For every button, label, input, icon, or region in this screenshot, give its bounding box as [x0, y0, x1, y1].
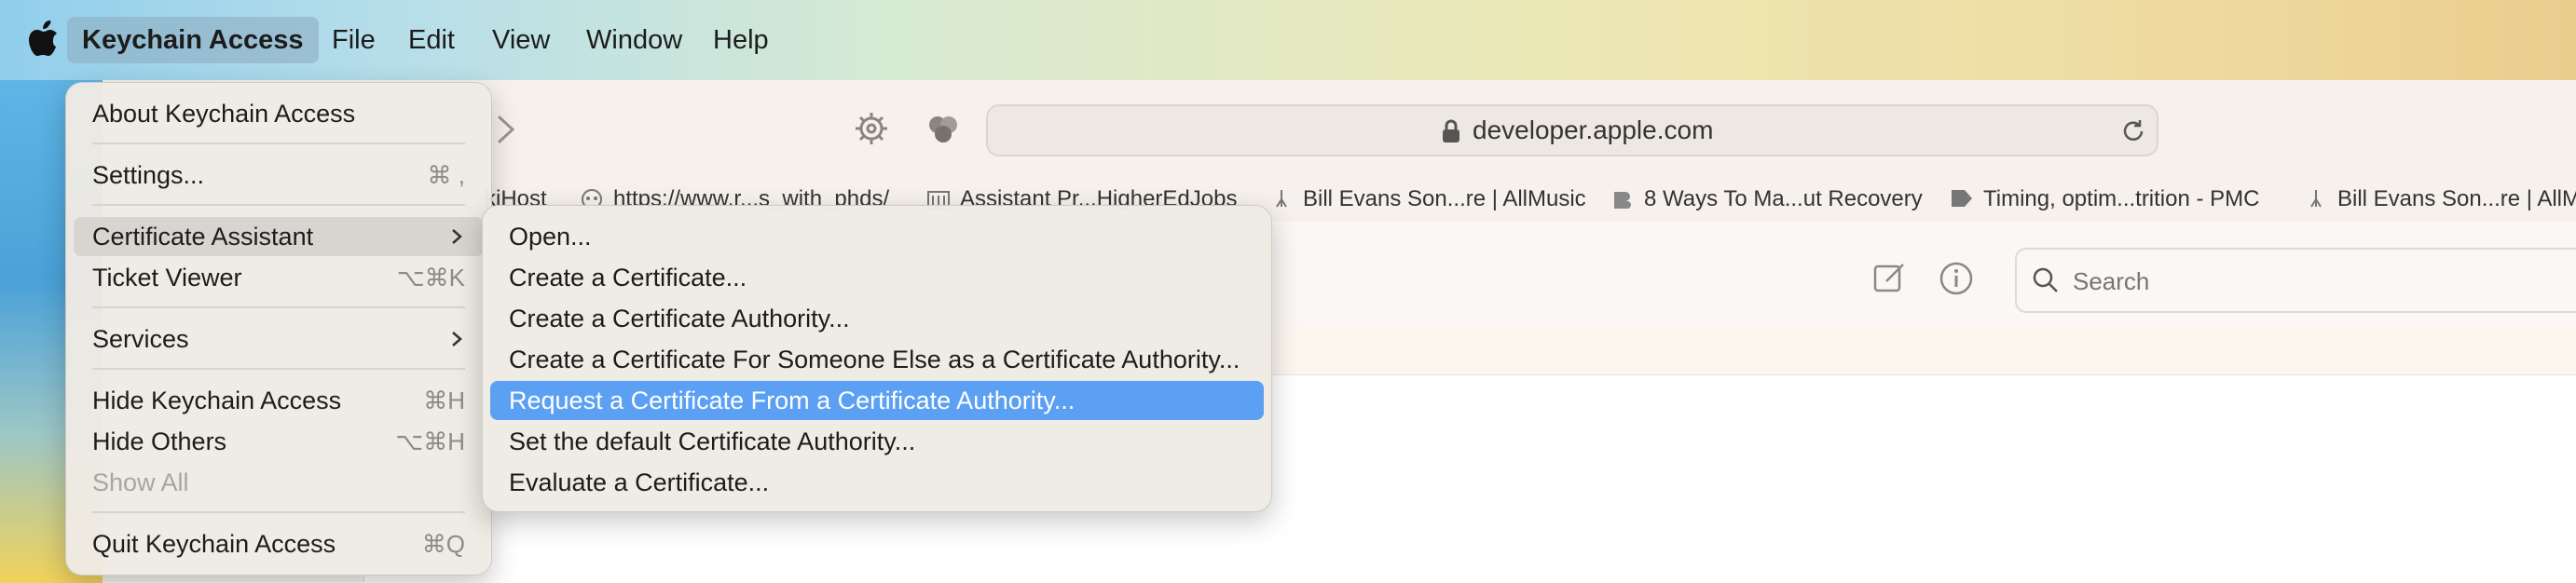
info-icon[interactable]: [1939, 261, 1974, 296]
bookmark-label: Bill Evans Son...re | AllMusic: [1303, 186, 1586, 211]
address-bar[interactable]: developer.apple.com: [986, 104, 2158, 156]
bookmark-label: Timing, optim...trition - PMC: [1983, 186, 2260, 211]
menu-separator: [92, 511, 465, 513]
menu-view[interactable]: View: [477, 17, 565, 63]
extensions-icon[interactable]: [925, 110, 962, 147]
submenu-item-set-default-ca[interactable]: Set the default Certificate Authority...: [490, 422, 1264, 461]
search-icon: [2033, 267, 2058, 292]
bookmark-label: 8 Ways To Ma...ut Recovery: [1644, 186, 1923, 211]
menu-item-services[interactable]: Services: [74, 319, 484, 359]
forward-chevron-icon[interactable]: [492, 112, 520, 147]
menu-item-quit[interactable]: Quit Keychain Access ⌘Q: [74, 524, 484, 563]
bookmark-6[interactable]: Timing, optim...trition - PMC: [1950, 183, 2260, 216]
menu-item-hide[interactable]: Hide Keychain Access ⌘H: [74, 381, 484, 420]
pmc-icon: [1952, 190, 1972, 207]
search-field[interactable]: [2015, 248, 2576, 313]
menu-item-label: Set the default Certificate Authority...: [509, 427, 916, 455]
search-input[interactable]: [2071, 261, 2559, 302]
chevron-right-icon: [452, 332, 462, 346]
gear-icon[interactable]: [853, 110, 890, 147]
lock-icon: [1443, 119, 1459, 142]
submenu-item-request-certificate[interactable]: Request a Certificate From a Certificate…: [490, 381, 1264, 420]
certificate-assistant-submenu: Open... Create a Certificate... Create a…: [482, 205, 1272, 512]
shortcut-label: ⌘ ,: [427, 161, 465, 189]
menu-bar: Keychain Access File Edit View Window He…: [0, 0, 2576, 80]
menu-item-label: Create a Certificate Authority...: [509, 305, 850, 332]
menu-separator: [92, 142, 465, 144]
menu-item-label: Show All: [92, 468, 189, 496]
menu-edit[interactable]: Edit: [393, 17, 470, 63]
menu-item-label: Create a Certificate For Someone Else as…: [509, 346, 1240, 373]
menu-item-label: Open...: [509, 223, 592, 251]
shortcut-label: ⌥⌘H: [395, 427, 465, 455]
reload-icon[interactable]: [2119, 117, 2147, 145]
submenu-item-open[interactable]: Open...: [490, 217, 1264, 256]
b-logo-icon: [1614, 192, 1631, 209]
menu-item-label: Ticket Viewer: [92, 264, 242, 292]
allmusic-icon: [2310, 190, 2322, 208]
bookmark-7[interactable]: Bill Evans Son...re | AllMu: [2304, 183, 2576, 216]
allmusic-icon: [1276, 190, 1287, 208]
menu-item-label: Hide Keychain Access: [92, 386, 342, 414]
menu-window[interactable]: Window: [571, 17, 697, 63]
shortcut-label: ⌘Q: [421, 530, 465, 558]
address-host: developer.apple.com: [1473, 115, 1714, 144]
menu-item-about[interactable]: About Keychain Access: [74, 94, 484, 133]
submenu-item-create-certificate[interactable]: Create a Certificate...: [490, 258, 1264, 297]
menu-separator: [92, 368, 465, 370]
chevron-right-icon: [452, 229, 462, 244]
menu-item-label: About Keychain Access: [92, 100, 356, 128]
menu-item-label: Request a Certificate From a Certificate…: [509, 386, 1076, 414]
menu-item-label: Quit Keychain Access: [92, 530, 336, 558]
menu-item-label: Create a Certificate...: [509, 264, 747, 292]
menu-separator: [92, 306, 465, 308]
bookmark-label: Bill Evans Son...re | AllMu: [2337, 186, 2576, 211]
menu-item-label: Certificate Assistant: [92, 223, 314, 251]
submenu-item-evaluate[interactable]: Evaluate a Certificate...: [490, 463, 1264, 502]
menu-file[interactable]: File: [317, 17, 391, 63]
menu-item-label: Settings...: [92, 161, 205, 189]
compose-icon[interactable]: [1873, 263, 1907, 294]
menu-item-certificate-assistant[interactable]: Certificate Assistant: [74, 217, 484, 256]
shortcut-label: ⌘H: [423, 386, 465, 414]
menu-item-ticket-viewer[interactable]: Ticket Viewer ⌥⌘K: [74, 258, 484, 297]
menu-separator: [92, 204, 465, 206]
menu-help[interactable]: Help: [698, 17, 784, 63]
menu-item-label: Hide Others: [92, 427, 227, 455]
menu-item-show-all: Show All: [74, 463, 484, 502]
keychain-access-menu: About Keychain Access Settings... ⌘ , Cer…: [65, 82, 492, 576]
bookmark-4[interactable]: Bill Evans Son...re | AllMusic: [1269, 183, 1586, 216]
bookmark-5[interactable]: 8 Ways To Ma...ut Recovery: [1610, 183, 1923, 216]
menu-item-hide-others[interactable]: Hide Others ⌥⌘H: [74, 422, 484, 461]
menu-keychain-access[interactable]: Keychain Access: [67, 17, 319, 63]
menu-item-label: Evaluate a Certificate...: [509, 468, 770, 496]
submenu-item-create-for-someone-else[interactable]: Create a Certificate For Someone Else as…: [490, 340, 1264, 379]
menu-item-settings[interactable]: Settings... ⌘ ,: [74, 156, 484, 195]
submenu-item-create-ca[interactable]: Create a Certificate Authority...: [490, 299, 1264, 338]
apple-icon[interactable]: [28, 20, 60, 58]
menu-item-label: Services: [92, 325, 189, 353]
shortcut-label: ⌥⌘K: [396, 264, 465, 292]
